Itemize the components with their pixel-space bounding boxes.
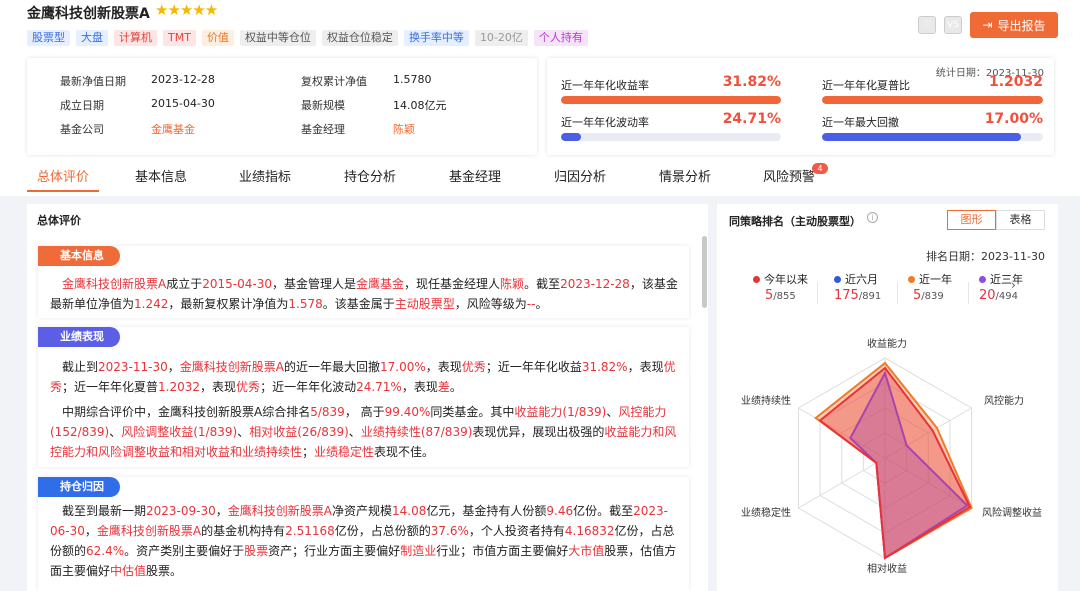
- metric-bar-fill: [822, 96, 1043, 104]
- tag: 计算机: [114, 30, 157, 46]
- cum-nav-label: 复权累计净值: [301, 75, 367, 88]
- rating-stars: ★★★★★: [155, 1, 218, 19]
- card-tag: 业绩表现: [38, 327, 120, 347]
- tag: 权益仓位稳定: [321, 30, 398, 46]
- card-tag: 持仓归因: [38, 477, 120, 497]
- heart-icon[interactable]: ♡: [918, 16, 936, 34]
- tag: 换手率中等: [403, 30, 469, 46]
- metric-value: 1.2032: [988, 74, 1043, 90]
- metric-bar-fill: [561, 96, 781, 104]
- metric-label: 近一年年化收益率: [561, 79, 649, 92]
- est-date-value: 2015-04-30: [151, 97, 215, 110]
- overall-panel: 总体评价 基本信息 金鹰科技创新股票A成立于2015-04-30，基金管理人是金…: [27, 204, 708, 591]
- holding-card: 持仓归因 截至到最新一期2023-09-30，金鹰科技创新股票A净资产规模14.…: [38, 477, 689, 591]
- company-label: 基金公司: [60, 123, 104, 136]
- fund-tags: 股票型 大盘 计算机 TMT 价值 权益中等仓位 权益仓位稳定 换手率中等 10…: [27, 30, 588, 46]
- scale-label: 最新规模: [301, 99, 345, 112]
- metric-value: 24.71%: [722, 111, 781, 127]
- export-label: 导出报告: [997, 18, 1046, 33]
- axis-label: 业绩持续性: [741, 396, 791, 407]
- scale-value: 14.08亿元: [393, 99, 447, 112]
- compare-vs-button[interactable]: VS: [944, 16, 962, 34]
- risk-warning-badge: 4: [812, 163, 828, 174]
- holding-text: 截至到最新一期2023-09-30，金鹰科技创新股票A净资产规模14.08亿元，…: [50, 504, 677, 578]
- basic-info-card: 基本信息 金鹰科技创新股票A成立于2015-04-30，基金管理人是金鹰基金，现…: [38, 246, 689, 318]
- metric-value: 31.82%: [722, 74, 781, 90]
- manager-link[interactable]: 陈颖: [393, 121, 415, 137]
- metric-bar-fill: [561, 133, 581, 141]
- company-link[interactable]: 金鹰基金: [151, 121, 195, 137]
- card-tag: 基本信息: [38, 246, 120, 266]
- metric-bar: [561, 96, 781, 104]
- performance-text-2: 中期综合评价中，金鹰科技创新股票A综合排名5/839， 高于99.40%同类基金…: [50, 405, 677, 459]
- cum-nav-value: 1.5780: [393, 73, 432, 86]
- basic-info-text: 金鹰科技创新股票A成立于2015-04-30，基金管理人是金鹰基金，现任基金经理…: [50, 277, 678, 311]
- tab-holdings[interactable]: 持仓分析: [317, 160, 423, 192]
- ranking-panel: 同策略排名（主动股票型） i 图形 表格 排名日期：2023-11-30 今年以…: [717, 204, 1058, 591]
- metric-label: 近一年年化波动率: [561, 116, 649, 129]
- axis-label: 相对收益: [867, 564, 907, 575]
- tab-performance[interactable]: 业绩指标: [213, 160, 317, 192]
- metric-value: 17.00%: [984, 111, 1043, 127]
- tag: 权益中等仓位: [239, 30, 316, 46]
- axis-label: 收益能力: [867, 339, 907, 350]
- metric-bar: [822, 133, 1043, 141]
- scrollbar[interactable]: [702, 236, 707, 308]
- tag: 10-20亿: [474, 30, 528, 46]
- tab-basic-info[interactable]: 基本信息: [109, 160, 213, 192]
- performance-text: 截止到2023-11-30，金鹰科技创新股票A的近一年最大回撤17.00%，表现…: [50, 360, 676, 394]
- metric-bar: [822, 96, 1043, 104]
- nav-date-value: 2023-12-28: [151, 73, 215, 86]
- metric-label: 近一年最大回撤: [822, 116, 899, 129]
- tag: 个人持有: [533, 30, 588, 46]
- axis-label: 业绩稳定性: [741, 508, 791, 519]
- manager-label: 基金经理: [301, 123, 345, 136]
- metric-label: 近一年年化夏普比: [822, 79, 910, 92]
- tab-scenario[interactable]: 情景分析: [633, 160, 737, 192]
- nav-date-label: 最新净值日期: [60, 75, 126, 88]
- fund-header: 金鹰科技创新股票A ★★★★★ 股票型 大盘 计算机 TMT 价值 权益中等仓位…: [0, 0, 1080, 196]
- metric-bar: [561, 133, 781, 141]
- est-date-label: 成立日期: [60, 99, 104, 112]
- axis-label: 风控能力: [984, 396, 1024, 407]
- active-tab-underline: [27, 190, 99, 192]
- metric-box: 统计日期：2023-11-30 近一年年化收益率 31.82% 近一年年化夏普比…: [547, 58, 1054, 155]
- export-icon: ⇥: [982, 18, 993, 32]
- tab-bar: 总体评价 基本信息 业绩指标 持仓分析 基金经理 归因分析 情景分析 风险预警: [27, 160, 841, 192]
- tag: 价值: [201, 30, 234, 46]
- tag: TMT: [163, 30, 196, 46]
- axis-label: 风险调整收益: [982, 508, 1042, 519]
- metric-bar-fill: [822, 133, 1021, 141]
- fund-info-box: 最新净值日期 2023-12-28 复权累计净值 1.5780 成立日期 201…: [27, 58, 537, 155]
- tag: 大盘: [76, 30, 108, 46]
- panel-title: 总体评价: [37, 214, 81, 227]
- tab-manager[interactable]: 基金经理: [423, 160, 527, 192]
- performance-card: 业绩表现 截止到2023-11-30，金鹰科技创新股票A的近一年最大回撤17.0…: [38, 327, 689, 467]
- tag: 股票型: [27, 30, 70, 46]
- export-report-button[interactable]: ⇥ 导出报告: [970, 12, 1058, 38]
- fund-title: 金鹰科技创新股票A: [27, 6, 150, 22]
- tab-overall[interactable]: 总体评价: [27, 160, 99, 192]
- tab-attribution[interactable]: 归因分析: [527, 160, 633, 192]
